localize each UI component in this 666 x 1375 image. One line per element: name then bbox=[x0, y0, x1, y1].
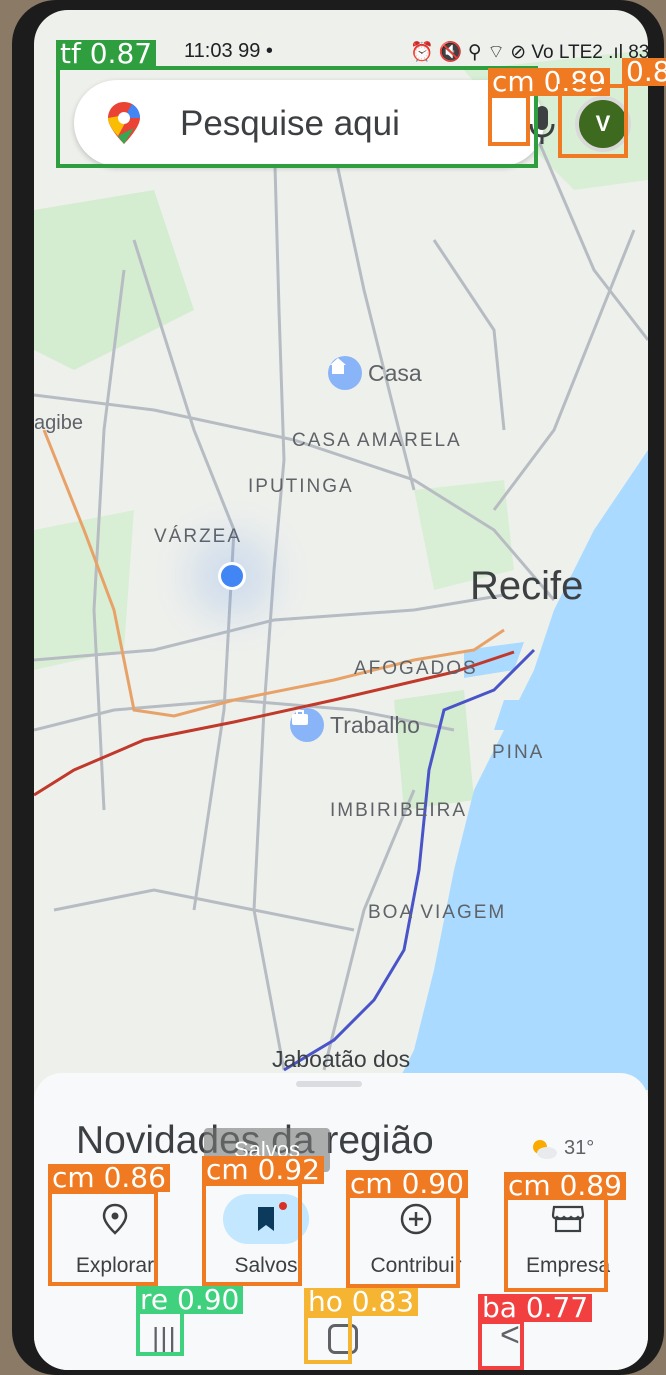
detection-label-textfield: tf 0.87 bbox=[56, 40, 157, 68]
detection-box-home bbox=[304, 1314, 352, 1364]
current-location-dot bbox=[218, 562, 246, 590]
sheet-drag-handle[interactable] bbox=[296, 1081, 362, 1087]
detection-label-back: ba 0.77 bbox=[478, 1294, 593, 1322]
map-label-afogados: AFOGADOS bbox=[354, 658, 478, 679]
poi-home[interactable]: Casa bbox=[328, 356, 422, 390]
weather-chip[interactable]: 31° bbox=[530, 1137, 594, 1160]
detection-label-empresa: cm 0.89 bbox=[504, 1172, 626, 1200]
weather-temperature: 31° bbox=[564, 1137, 595, 1159]
detection-box-empresa bbox=[504, 1196, 608, 1292]
poi-work-label: Trabalho bbox=[330, 711, 420, 738]
detection-label-salvos: cm 0.92 bbox=[202, 1156, 324, 1184]
briefcase-icon bbox=[290, 708, 324, 742]
map-label-recife: Recife bbox=[470, 564, 584, 608]
detection-label-home: ho 0.83 bbox=[304, 1288, 419, 1316]
detection-label-recents: re 0.90 bbox=[136, 1286, 244, 1314]
detection-label-explorar: cm 0.86 bbox=[48, 1164, 170, 1192]
detection-box-explorar bbox=[48, 1190, 158, 1286]
partly-cloudy-icon bbox=[533, 1139, 557, 1159]
detection-box-salvos bbox=[202, 1182, 302, 1286]
map-label-agibe: agibe bbox=[34, 412, 83, 434]
detection-box-avatar bbox=[558, 84, 628, 158]
detection-box-mic bbox=[488, 94, 530, 146]
map-label-jaboatao: Jaboatão dos bbox=[272, 1046, 411, 1072]
map-label-imbiribeira: IMBIRIBEIRA bbox=[330, 800, 468, 821]
map-label-iputinga: IPUTINGA bbox=[248, 476, 354, 497]
poi-work[interactable]: Trabalho bbox=[290, 708, 420, 742]
poi-home-label: Casa bbox=[368, 359, 422, 386]
map-label-pina: PINA bbox=[492, 742, 545, 763]
status-icons: ⏰ 🔇 ⚲ ⌔ ⊘ Vo LTE2 .ıl 83% bbox=[410, 42, 648, 63]
detection-label-avatar: 0.8 bbox=[622, 58, 666, 86]
detection-label-contribuir: cm 0.90 bbox=[346, 1170, 468, 1198]
map-label-boa-viagem: BOA VIAGEM bbox=[368, 902, 507, 923]
home-icon bbox=[328, 356, 362, 390]
detection-box-back bbox=[478, 1320, 524, 1370]
detection-box-textfield bbox=[56, 66, 538, 168]
status-time: 11:03 99 • bbox=[184, 40, 273, 62]
map-label-varzea: VÁRZEA bbox=[154, 526, 243, 547]
map-label-casa-amarela: CASA AMARELA bbox=[292, 430, 462, 451]
detection-box-contribuir bbox=[346, 1194, 460, 1288]
detection-box-recents bbox=[136, 1310, 184, 1356]
